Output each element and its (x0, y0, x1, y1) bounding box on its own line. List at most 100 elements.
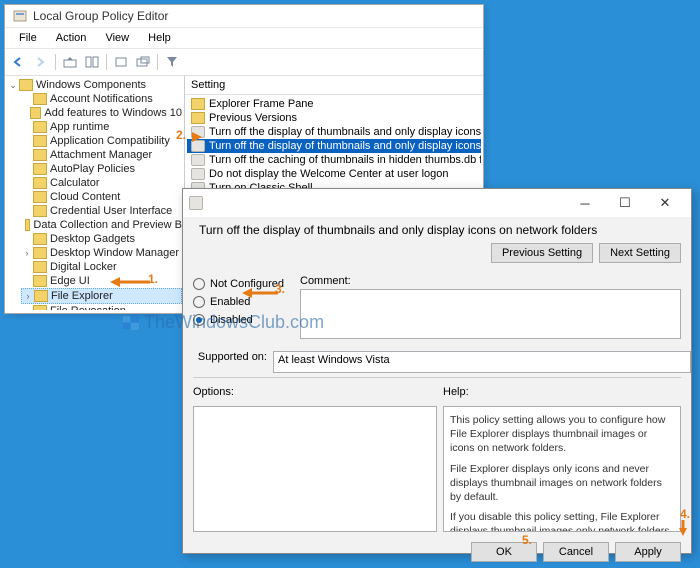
tree-item-label: File Explorer (51, 290, 113, 302)
radio-label: Disabled (210, 314, 253, 326)
tree-item[interactable]: Calculator (21, 176, 182, 190)
tree-item[interactable]: Account Notifications (21, 92, 182, 106)
help-text: This policy setting allows you to config… (450, 413, 674, 456)
list-header[interactable]: Setting (185, 76, 483, 95)
list-policy[interactable]: Turn off the display of thumbnails and o… (187, 125, 481, 139)
radio-icon (193, 296, 205, 308)
close-button[interactable]: ✕ (645, 191, 685, 215)
folder-icon (33, 149, 47, 161)
folder-icon (33, 93, 47, 105)
folder-icon (33, 121, 47, 133)
help-text: File Explorer displays only icons and ne… (450, 462, 674, 505)
options-box[interactable] (193, 406, 437, 532)
radio-icon (193, 278, 205, 290)
app-icon (13, 9, 27, 23)
tree-item-label: Desktop Gadgets (50, 233, 135, 245)
radio-disabled[interactable]: Disabled (193, 311, 288, 329)
folder-icon (33, 275, 47, 287)
show-hide-button[interactable] (82, 52, 102, 72)
tree-root-label: Windows Components (36, 79, 146, 91)
menu-help[interactable]: Help (140, 30, 179, 46)
radio-icon (193, 314, 205, 326)
tree-item[interactable]: App runtime (21, 120, 182, 134)
tree-item[interactable]: Desktop Gadgets (21, 232, 182, 246)
list-policy[interactable]: Turn off the display of thumbnails and o… (187, 139, 481, 153)
expand-icon[interactable]: › (21, 248, 33, 258)
back-button[interactable] (9, 52, 29, 72)
filter-button[interactable] (162, 52, 182, 72)
tree-item-label: AutoPlay Policies (50, 163, 135, 175)
policy-dialog: ─ ☐ ✕ Turn off the display of thumbnails… (182, 188, 692, 554)
toolbar-sep (55, 54, 56, 70)
ok-button[interactable]: OK (471, 542, 537, 562)
list-item-label: Explorer Frame Pane (209, 98, 314, 110)
folder-icon (191, 112, 205, 124)
forward-button[interactable] (31, 52, 51, 72)
minimize-button[interactable]: ─ (565, 191, 605, 215)
expand-icon[interactable]: › (22, 291, 34, 301)
tree-pane[interactable]: ⌄ Windows Components Account Notificatio… (5, 76, 185, 310)
comment-label: Comment: (300, 275, 681, 287)
folder-icon (34, 290, 48, 302)
policy-title: Turn off the display of thumbnails and o… (199, 223, 597, 237)
folder-icon (25, 219, 31, 231)
comment-textarea[interactable] (300, 289, 681, 339)
tree-item[interactable]: › File Explorer (21, 288, 182, 304)
list-folder[interactable]: Explorer Frame Pane (187, 97, 481, 111)
tree-item[interactable]: Application Compatibility (21, 134, 182, 148)
tree-item[interactable]: Edge UI (21, 274, 182, 288)
tree-item[interactable]: Data Collection and Preview B (21, 218, 182, 232)
list-policy[interactable]: Turn off the caching of thumbnails in hi… (187, 153, 481, 167)
tree-item-label: Attachment Manager (50, 149, 152, 161)
folder-icon (33, 205, 47, 217)
watermark-icon (122, 314, 140, 332)
policy-title-row: Turn off the display of thumbnails and o… (183, 217, 691, 243)
folder-icon (191, 98, 205, 110)
list-folder[interactable]: Previous Versions (187, 111, 481, 125)
up-button[interactable] (60, 52, 80, 72)
radio-enabled[interactable]: Enabled (193, 293, 288, 311)
list-item-label: Turn off the caching of thumbnails in hi… (209, 154, 481, 166)
menu-file[interactable]: File (11, 30, 45, 46)
collapse-icon[interactable]: ⌄ (7, 80, 19, 91)
dialog-titlebar[interactable]: ─ ☐ ✕ (183, 189, 691, 217)
previous-setting-button[interactable]: Previous Setting (491, 243, 593, 263)
export-button[interactable] (111, 52, 131, 72)
apply-button[interactable]: Apply (615, 542, 681, 562)
tree-item[interactable]: Digital Locker (21, 260, 182, 274)
folder-icon (33, 261, 47, 273)
tree-item[interactable]: Add features to Windows 10 (21, 106, 182, 120)
menu-view[interactable]: View (97, 30, 137, 46)
menu-action[interactable]: Action (48, 30, 95, 46)
policy-icon (189, 196, 203, 210)
folder-icon (33, 233, 47, 245)
folder-icon (19, 79, 33, 91)
radio-label: Enabled (210, 296, 250, 308)
tree-item-label: Credential User Interface (50, 205, 172, 217)
tree-item-label: Digital Locker (50, 261, 117, 273)
folder-icon (33, 177, 47, 189)
tree-item[interactable]: File Revocation (21, 304, 182, 310)
maximize-button[interactable]: ☐ (605, 191, 645, 215)
tree-root-node[interactable]: ⌄ Windows Components (7, 78, 182, 92)
options-label: Options: (193, 386, 443, 398)
tree-item-label: Add features to Windows 10 (44, 107, 182, 119)
tree-item[interactable]: Cloud Content (21, 190, 182, 204)
toolbar (5, 49, 483, 76)
radio-not-configured[interactable]: Not Configured (193, 275, 288, 293)
tree-item[interactable]: AutoPlay Policies (21, 162, 182, 176)
list-item-label: Previous Versions (209, 112, 297, 124)
refresh-button[interactable] (133, 52, 153, 72)
next-setting-button[interactable]: Next Setting (599, 243, 681, 263)
tree-item[interactable]: Credential User Interface (21, 204, 182, 218)
help-text: If you disable this policy setting, File… (450, 510, 674, 532)
folder-icon (30, 107, 41, 119)
help-box[interactable]: This policy setting allows you to config… (443, 406, 681, 532)
list-policy[interactable]: Do not display the Welcome Center at use… (187, 167, 481, 181)
cancel-button[interactable]: Cancel (543, 542, 609, 562)
mmc-titlebar[interactable]: Local Group Policy Editor (5, 5, 483, 27)
tree-item[interactable]: ›Desktop Window Manager (21, 246, 182, 260)
tree-item[interactable]: Attachment Manager (21, 148, 182, 162)
tree-item-label: Data Collection and Preview B (33, 219, 182, 231)
policy-icon (191, 168, 205, 180)
